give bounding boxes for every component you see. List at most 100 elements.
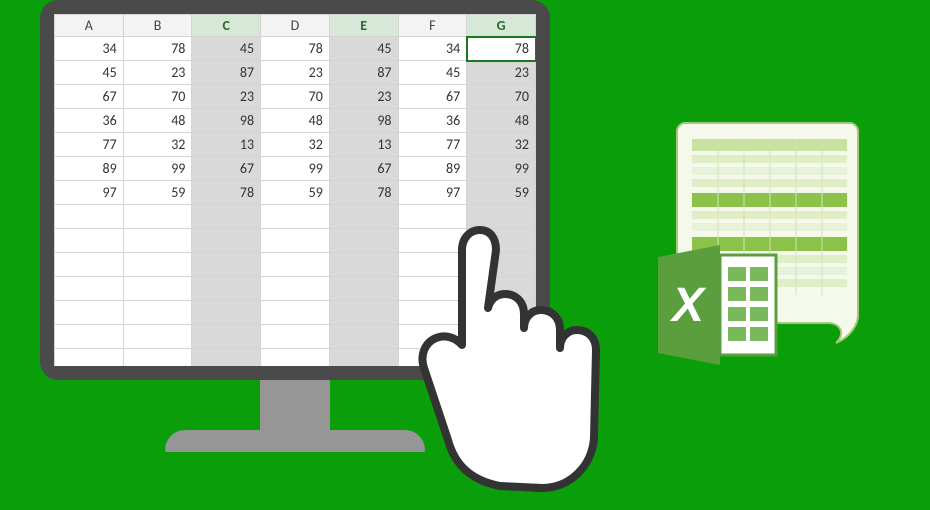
column-header-row[interactable]: ABCDEFG [55,15,536,37]
cell-A9[interactable] [55,229,124,253]
cell-B10[interactable] [123,253,192,277]
cell-G6[interactable]: 99 [467,157,536,181]
column-header-A[interactable]: A [55,15,124,37]
cell-B7[interactable]: 59 [123,181,192,205]
column-header-E[interactable]: E [329,15,398,37]
cell-B1[interactable]: 78 [123,37,192,61]
cell-F13[interactable] [398,325,467,349]
cell-D6[interactable]: 99 [261,157,330,181]
cell-A7[interactable]: 97 [55,181,124,205]
cell-D1[interactable]: 78 [261,37,330,61]
cell-E1[interactable]: 45 [329,37,398,61]
cell-B11[interactable] [123,277,192,301]
cell-B13[interactable] [123,325,192,349]
cell-F8[interactable] [398,205,467,229]
cell-E6[interactable]: 67 [329,157,398,181]
cell-B2[interactable]: 23 [123,61,192,85]
cell-G8[interactable] [467,205,536,229]
cell-D14[interactable] [261,349,330,367]
cell-D4[interactable]: 48 [261,109,330,133]
cell-F6[interactable]: 89 [398,157,467,181]
cell-F1[interactable]: 34 [398,37,467,61]
cell-B14[interactable] [123,349,192,367]
cell-G1[interactable]: 78 [467,37,536,61]
cell-G11[interactable] [467,277,536,301]
cell-D3[interactable]: 70 [261,85,330,109]
cell-C13[interactable] [192,325,261,349]
cell-F14[interactable] [398,349,467,367]
cell-G9[interactable] [467,229,536,253]
cell-E4[interactable]: 98 [329,109,398,133]
cell-B12[interactable] [123,301,192,325]
cell-B3[interactable]: 70 [123,85,192,109]
cell-G7[interactable]: 59 [467,181,536,205]
cell-C9[interactable] [192,229,261,253]
column-header-C[interactable]: C [192,15,261,37]
cell-G3[interactable]: 70 [467,85,536,109]
cell-F9[interactable] [398,229,467,253]
cell-A13[interactable] [55,325,124,349]
cell-G10[interactable] [467,253,536,277]
column-header-F[interactable]: F [398,15,467,37]
cell-B9[interactable] [123,229,192,253]
cell-D13[interactable] [261,325,330,349]
cell-F7[interactable]: 97 [398,181,467,205]
cell-A6[interactable]: 89 [55,157,124,181]
cell-E5[interactable]: 13 [329,133,398,157]
cell-C2[interactable]: 87 [192,61,261,85]
cell-C6[interactable]: 67 [192,157,261,181]
cell-G2[interactable]: 23 [467,61,536,85]
cell-D5[interactable]: 32 [261,133,330,157]
cell-A11[interactable] [55,277,124,301]
cell-D10[interactable] [261,253,330,277]
cell-D9[interactable] [261,229,330,253]
cell-A14[interactable] [55,349,124,367]
cell-D11[interactable] [261,277,330,301]
column-header-G[interactable]: G [467,15,536,37]
cell-E10[interactable] [329,253,398,277]
cell-A1[interactable]: 34 [55,37,124,61]
cell-C8[interactable] [192,205,261,229]
cell-E3[interactable]: 23 [329,85,398,109]
cell-G5[interactable]: 32 [467,133,536,157]
cell-C1[interactable]: 45 [192,37,261,61]
cell-E2[interactable]: 87 [329,61,398,85]
cell-A4[interactable]: 36 [55,109,124,133]
cell-G14[interactable] [467,349,536,367]
cell-F2[interactable]: 45 [398,61,467,85]
cell-C5[interactable]: 13 [192,133,261,157]
cell-F10[interactable] [398,253,467,277]
cell-A3[interactable]: 67 [55,85,124,109]
cell-E13[interactable] [329,325,398,349]
column-header-B[interactable]: B [123,15,192,37]
cell-A10[interactable] [55,253,124,277]
cell-B5[interactable]: 32 [123,133,192,157]
cell-B6[interactable]: 99 [123,157,192,181]
cell-B4[interactable]: 48 [123,109,192,133]
cell-E8[interactable] [329,205,398,229]
cell-C10[interactable] [192,253,261,277]
cell-C7[interactable]: 78 [192,181,261,205]
cell-F11[interactable] [398,277,467,301]
cell-D12[interactable] [261,301,330,325]
cell-D8[interactable] [261,205,330,229]
cell-A8[interactable] [55,205,124,229]
cell-E7[interactable]: 78 [329,181,398,205]
cell-D2[interactable]: 23 [261,61,330,85]
cell-C4[interactable]: 98 [192,109,261,133]
cell-C14[interactable] [192,349,261,367]
cell-F3[interactable]: 67 [398,85,467,109]
cell-F12[interactable] [398,301,467,325]
cell-F4[interactable]: 36 [398,109,467,133]
cell-E9[interactable] [329,229,398,253]
cell-C11[interactable] [192,277,261,301]
cell-C3[interactable]: 23 [192,85,261,109]
cell-G13[interactable] [467,325,536,349]
cell-C12[interactable] [192,301,261,325]
cell-E12[interactable] [329,301,398,325]
spreadsheet-table[interactable]: ABCDEFG 34784578453478452387238745236770… [54,14,536,366]
cell-F5[interactable]: 77 [398,133,467,157]
cell-A5[interactable]: 77 [55,133,124,157]
cell-A2[interactable]: 45 [55,61,124,85]
column-header-D[interactable]: D [261,15,330,37]
